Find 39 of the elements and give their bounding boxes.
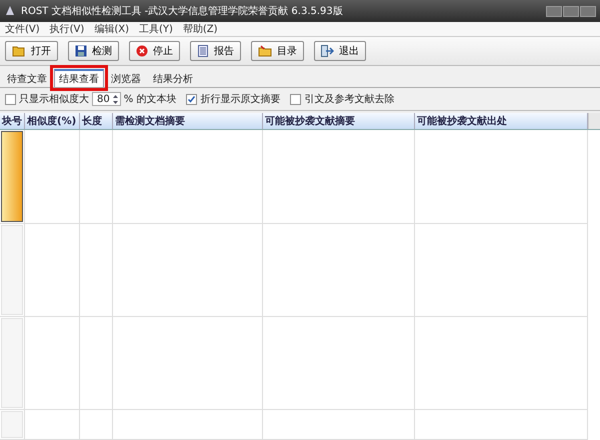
folder-icon	[12, 45, 26, 57]
column-header[interactable]: 需检测文档摘要	[113, 113, 263, 129]
menu-item[interactable]: 编辑(X)	[94, 22, 129, 36]
column-header[interactable]: 长度	[80, 113, 113, 129]
row-header[interactable]	[1, 131, 23, 222]
exit-icon	[321, 45, 334, 57]
document-icon	[197, 45, 209, 57]
option-label: 引文及参考文献去除	[304, 92, 394, 106]
toolbar-button[interactable]: 退出	[314, 41, 366, 61]
minimize-button[interactable]	[546, 6, 562, 16]
option-label: 折行显示原文摘要	[200, 92, 280, 106]
table-cell	[80, 410, 113, 440]
folder-icon	[258, 45, 272, 57]
toolbar-button[interactable]: 目录	[251, 41, 304, 61]
checkbox[interactable]	[5, 94, 16, 104]
window-title: ROST 文档相似性检测工具 -武汉大学信息管理学院荣誉贡献 6.3.5.93版	[21, 4, 344, 18]
column-header[interactable]: 相似度(%)	[25, 113, 80, 129]
tab[interactable]: 待查文章	[2, 70, 52, 87]
toolbar-button[interactable]: 停止	[129, 41, 180, 61]
tab[interactable]: 结果分析	[148, 70, 198, 87]
toolbar-button[interactable]: 报告	[190, 41, 241, 61]
menu-item[interactable]: 文件(V)	[5, 22, 40, 36]
menu-item[interactable]: 工具(Y)	[138, 22, 173, 36]
stop-icon	[136, 45, 148, 57]
menu-item[interactable]: 帮助(Z)	[182, 22, 218, 36]
maximize-button[interactable]	[563, 6, 579, 16]
toolbar-button[interactable]: 打开	[5, 41, 58, 61]
toolbar-button[interactable]: 检测	[68, 41, 119, 61]
column-header[interactable]: 可能被抄袭文献摘要	[263, 113, 415, 129]
checkbox[interactable]	[290, 94, 302, 104]
option-label: % 的文本块	[124, 92, 176, 106]
number-spinner[interactable]: 80	[92, 92, 121, 106]
close-button[interactable]	[580, 6, 596, 16]
column-header[interactable]: 块号	[0, 113, 25, 129]
checkbox[interactable]	[186, 94, 198, 104]
option-label: 只显示相似度大	[19, 92, 89, 106]
menu-item[interactable]: 执行(V)	[50, 22, 84, 36]
tab[interactable]: 浏览器	[106, 70, 146, 87]
app-icon	[4, 5, 16, 17]
